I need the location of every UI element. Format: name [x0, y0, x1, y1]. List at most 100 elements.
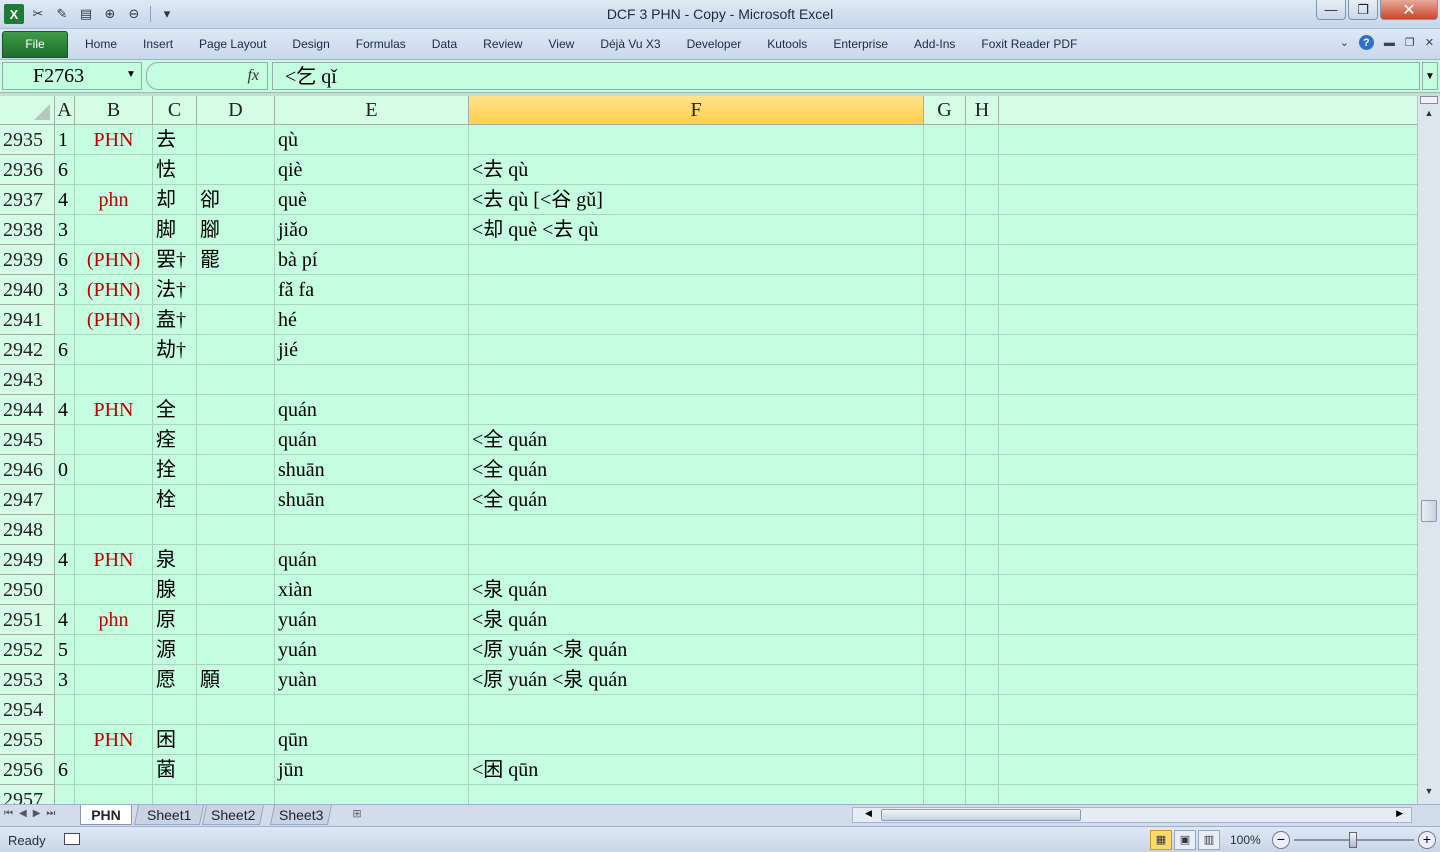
ribbon-tab-view[interactable]: View — [536, 37, 588, 51]
column-header-b[interactable]: B — [75, 96, 153, 125]
cell-h[interactable] — [966, 305, 999, 335]
cell-g[interactable] — [924, 155, 966, 185]
cell-b[interactable] — [75, 215, 153, 245]
close-button[interactable]: ✕ — [1380, 0, 1438, 20]
cell-f[interactable] — [469, 725, 924, 755]
cell-h[interactable] — [966, 275, 999, 305]
cell-filler[interactable] — [999, 575, 1417, 605]
cell-b[interactable] — [75, 665, 153, 695]
cell-e[interactable]: xiàn — [275, 575, 469, 605]
cell-g[interactable] — [924, 215, 966, 245]
ribbon-tab-kutools[interactable]: Kutools — [754, 37, 820, 51]
cell-h[interactable] — [966, 635, 999, 665]
scroll-left-icon[interactable]: ◀ — [865, 808, 872, 819]
cell-c[interactable]: 源 — [153, 635, 197, 665]
cell-a[interactable] — [55, 695, 75, 725]
cell-g[interactable] — [924, 395, 966, 425]
ribbon-tab-developer[interactable]: Developer — [674, 37, 755, 51]
row-header[interactable]: 2936 — [0, 155, 55, 185]
cell-filler[interactable] — [999, 695, 1417, 725]
cell-a[interactable]: 0 — [55, 455, 75, 485]
cell-c[interactable]: 菌 — [153, 755, 197, 785]
cell-filler[interactable] — [999, 275, 1417, 305]
row-header[interactable]: 2956 — [0, 755, 55, 785]
cell-e[interactable]: qiè — [275, 155, 469, 185]
cell-h[interactable] — [966, 665, 999, 695]
cell-b[interactable] — [75, 365, 153, 395]
workbook-restore-icon[interactable]: ❐ — [1405, 36, 1415, 49]
cell-g[interactable] — [924, 695, 966, 725]
cell-b[interactable] — [75, 515, 153, 545]
cell-b[interactable] — [75, 755, 153, 785]
ribbon-tab-enterprise[interactable]: Enterprise — [820, 37, 901, 51]
cell-c[interactable]: 腺 — [153, 575, 197, 605]
cell-d[interactable] — [197, 275, 275, 305]
cell-e[interactable]: yuàn — [275, 665, 469, 695]
cell-f[interactable]: <原 yuán <泉 quán — [469, 635, 924, 665]
cell-a[interactable] — [55, 365, 75, 395]
cell-h[interactable] — [966, 125, 999, 155]
cell-a[interactable]: 3 — [55, 275, 75, 305]
cell-g[interactable] — [924, 605, 966, 635]
maximize-button[interactable]: ❐ — [1348, 0, 1378, 20]
cell-h[interactable] — [966, 395, 999, 425]
cell-filler[interactable] — [999, 785, 1417, 804]
cell-d[interactable] — [197, 455, 275, 485]
prev-sheet-icon[interactable]: ◀ — [19, 808, 27, 819]
cell-filler[interactable] — [999, 605, 1417, 635]
column-header-h[interactable]: H — [966, 96, 999, 125]
cell-h[interactable] — [966, 365, 999, 395]
cell-a[interactable]: 4 — [55, 605, 75, 635]
cell-filler[interactable] — [999, 335, 1417, 365]
cell-f[interactable]: <泉 quán — [469, 605, 924, 635]
cell-a[interactable]: 6 — [55, 155, 75, 185]
ribbon-tab-design[interactable]: Design — [279, 37, 342, 51]
cell-d[interactable] — [197, 305, 275, 335]
cell-filler[interactable] — [999, 155, 1417, 185]
cell-e[interactable]: què — [275, 185, 469, 215]
cell-g[interactable] — [924, 635, 966, 665]
cell-c[interactable]: 怯 — [153, 155, 197, 185]
cell-a[interactable] — [55, 305, 75, 335]
macro-record-icon[interactable] — [64, 833, 80, 845]
cell-a[interactable]: 4 — [55, 395, 75, 425]
cell-filler[interactable] — [999, 755, 1417, 785]
cell-g[interactable] — [924, 425, 966, 455]
scroll-down-icon[interactable]: ▼ — [1420, 786, 1438, 802]
workbook-minimize-icon[interactable]: ▬ — [1384, 37, 1395, 49]
cell-h[interactable] — [966, 185, 999, 215]
cell-d[interactable] — [197, 575, 275, 605]
cell-f[interactable]: <泉 quán — [469, 575, 924, 605]
cell-a[interactable]: 4 — [55, 185, 75, 215]
cell-a[interactable] — [55, 575, 75, 605]
row-header[interactable]: 2957 — [0, 785, 55, 804]
cell-f[interactable] — [469, 245, 924, 275]
cell-h[interactable] — [966, 725, 999, 755]
cell-g[interactable] — [924, 455, 966, 485]
cell-e[interactable]: quán — [275, 545, 469, 575]
row-header[interactable]: 2940 — [0, 275, 55, 305]
cell-g[interactable] — [924, 125, 966, 155]
column-header-e[interactable]: E — [275, 96, 469, 125]
cell-g[interactable] — [924, 545, 966, 575]
row-header[interactable]: 2955 — [0, 725, 55, 755]
cell-d[interactable]: 願 — [197, 665, 275, 695]
cell-c[interactable]: 愿 — [153, 665, 197, 695]
vertical-scroll-thumb[interactable] — [1421, 500, 1437, 522]
cell-filler[interactable] — [999, 185, 1417, 215]
cell-c[interactable]: 痊 — [153, 425, 197, 455]
row-header[interactable]: 2935 — [0, 125, 55, 155]
cell-e[interactable]: bà pí — [275, 245, 469, 275]
cell-filler[interactable] — [999, 455, 1417, 485]
cell-h[interactable] — [966, 515, 999, 545]
cell-d[interactable] — [197, 515, 275, 545]
cell-b[interactable] — [75, 155, 153, 185]
sheet-tab-phn[interactable]: PHN — [80, 805, 132, 825]
insert-function-icon[interactable]: fx — [247, 67, 259, 85]
cell-e[interactable]: jié — [275, 335, 469, 365]
column-header-d[interactable]: D — [197, 96, 275, 125]
row-header[interactable]: 2947 — [0, 485, 55, 515]
cell-c[interactable]: 罢† — [153, 245, 197, 275]
cell-g[interactable] — [924, 185, 966, 215]
cell-c[interactable] — [153, 515, 197, 545]
